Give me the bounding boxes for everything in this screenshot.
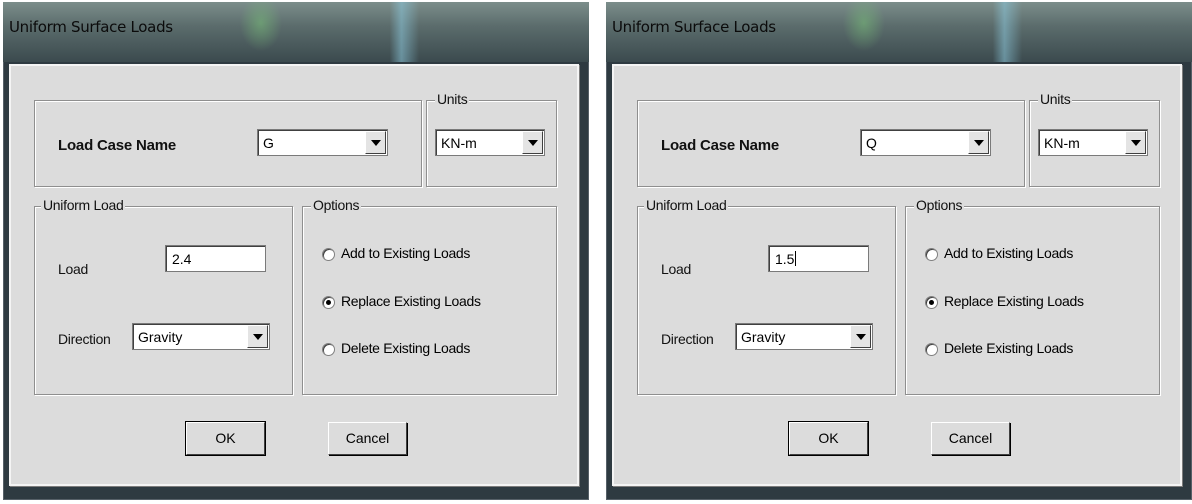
ok-button[interactable]: OK bbox=[185, 421, 266, 456]
options-group: Options Add to Existing Loads Replace Ex… bbox=[302, 197, 557, 395]
ok-button[interactable]: OK bbox=[788, 421, 869, 456]
load-input[interactable]: 2.4 bbox=[165, 245, 266, 272]
units-value: KN-m bbox=[441, 135, 477, 151]
chevron-down-icon bbox=[1131, 140, 1141, 146]
radio-label: Replace Existing Loads bbox=[944, 293, 1084, 309]
radio-selected-dot bbox=[929, 300, 934, 305]
dialog-title: Uniform Surface Loads bbox=[612, 18, 776, 36]
direction-value: Gravity bbox=[138, 329, 183, 345]
cancel-button-label: Cancel bbox=[948, 430, 993, 446]
units-dropdown[interactable]: KN-m bbox=[1038, 129, 1148, 156]
cancel-button[interactable]: Cancel bbox=[328, 422, 407, 455]
radio-button[interactable] bbox=[322, 248, 335, 261]
load-value: 2.4 bbox=[172, 251, 192, 267]
radio-button[interactable] bbox=[322, 343, 335, 356]
dropdown-button[interactable] bbox=[365, 131, 386, 154]
load-input[interactable]: 1.5 bbox=[768, 245, 869, 272]
uniform-surface-loads-dialog-g: Uniform Surface Loads Load Case Name G U… bbox=[3, 2, 589, 500]
radio-label: Delete Existing Loads bbox=[944, 340, 1074, 356]
uniform-load-legend: Uniform Load bbox=[41, 197, 126, 213]
dialog-body: Load Case Name G Units KN-m Uniform Load… bbox=[9, 64, 579, 486]
uniform-load-group: Uniform Load Load 1.5 Direction Gravity bbox=[637, 197, 896, 395]
chevron-down-icon bbox=[856, 334, 866, 340]
load-case-dropdown[interactable]: Q bbox=[860, 129, 991, 156]
uniform-load-group: Uniform Load Load 2.4 Direction Gravity bbox=[34, 197, 293, 395]
load-label: Load bbox=[661, 261, 691, 277]
radio-button[interactable] bbox=[322, 296, 335, 309]
load-case-value: G bbox=[263, 135, 274, 151]
chevron-down-icon bbox=[253, 334, 263, 340]
load-value-wrapper: 1.5 bbox=[775, 251, 797, 267]
direction-value: Gravity bbox=[741, 329, 786, 345]
direction-label: Direction bbox=[661, 331, 714, 347]
chevron-down-icon bbox=[371, 140, 381, 146]
direction-dropdown[interactable]: Gravity bbox=[132, 323, 270, 350]
chevron-down-icon bbox=[974, 140, 984, 146]
title-bar[interactable]: Uniform Surface Loads bbox=[3, 2, 589, 62]
load-value: 1.5 bbox=[775, 251, 795, 267]
uniform-load-legend: Uniform Load bbox=[644, 197, 729, 213]
cancel-button[interactable]: Cancel bbox=[931, 422, 1010, 455]
radio-button[interactable] bbox=[925, 248, 938, 261]
chevron-down-icon bbox=[528, 140, 538, 146]
dropdown-button[interactable] bbox=[850, 325, 871, 348]
cancel-button-label: Cancel bbox=[345, 430, 390, 446]
load-label: Load bbox=[58, 261, 88, 277]
units-group: Units KN-m bbox=[426, 91, 557, 187]
radio-label: Delete Existing Loads bbox=[341, 340, 471, 356]
load-case-label: Load Case Name bbox=[661, 137, 780, 154]
radio-label: Add to Existing Loads bbox=[341, 245, 471, 261]
dropdown-button[interactable] bbox=[247, 325, 268, 348]
units-value: KN-m bbox=[1044, 135, 1080, 151]
dropdown-button[interactable] bbox=[522, 131, 543, 154]
uniform-surface-loads-dialog-q: Uniform Surface Loads Load Case Name Q U… bbox=[606, 2, 1192, 500]
units-legend: Units bbox=[1038, 91, 1073, 107]
load-case-label: Load Case Name bbox=[58, 137, 177, 154]
radio-label: Replace Existing Loads bbox=[341, 293, 481, 309]
units-legend: Units bbox=[435, 91, 470, 107]
radio-label: Add to Existing Loads bbox=[944, 245, 1074, 261]
load-case-dropdown[interactable]: G bbox=[257, 129, 388, 156]
dropdown-button[interactable] bbox=[968, 131, 989, 154]
load-case-value: Q bbox=[866, 135, 877, 151]
options-group: Options Add to Existing Loads Replace Ex… bbox=[905, 197, 1160, 395]
load-case-group: Load Case Name Q bbox=[637, 100, 1025, 187]
radio-button[interactable] bbox=[925, 296, 938, 309]
units-dropdown[interactable]: KN-m bbox=[435, 129, 545, 156]
dialog-body: Load Case Name Q Units KN-m Uniform Load… bbox=[612, 64, 1182, 486]
load-case-group: Load Case Name G bbox=[34, 100, 422, 187]
options-legend: Options bbox=[914, 197, 965, 213]
radio-selected-dot bbox=[326, 300, 331, 305]
units-group: Units KN-m bbox=[1029, 91, 1160, 187]
ok-button-label: OK bbox=[818, 430, 839, 446]
direction-dropdown[interactable]: Gravity bbox=[735, 323, 873, 350]
ok-button-label: OK bbox=[215, 430, 236, 446]
direction-label: Direction bbox=[58, 331, 111, 347]
text-caret bbox=[795, 251, 797, 266]
dropdown-button[interactable] bbox=[1125, 131, 1146, 154]
dialog-title: Uniform Surface Loads bbox=[9, 18, 173, 36]
options-legend: Options bbox=[311, 197, 362, 213]
radio-button[interactable] bbox=[925, 343, 938, 356]
title-bar[interactable]: Uniform Surface Loads bbox=[606, 2, 1192, 62]
